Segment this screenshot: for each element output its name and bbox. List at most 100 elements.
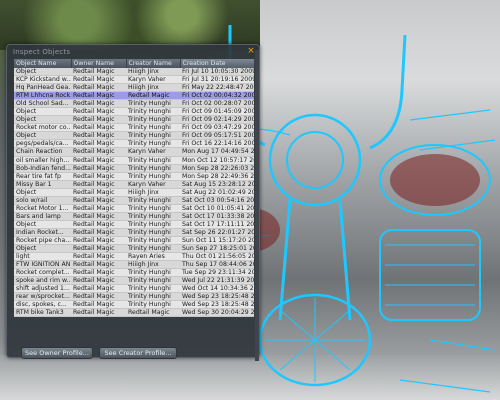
table-row[interactable]: Rear tire fat fp Redtail Magic Trinity Hun… [14,172,254,181]
cell-creation-date: Wed Jul 22 21:31:39 2009 [180,276,254,286]
cell-creator-name: Trinity Hunghi [126,139,180,149]
cell-creation-date: Fri Oct 02 00:04:32 2009 [180,91,254,101]
table-row[interactable]: Rocket Motor 1... Redtail Magic Trinity Hu… [14,204,254,213]
table-row[interactable]: oil smaller high... Redtail Magic Trinity … [14,156,254,165]
table-row[interactable]: shift adjusted 1... Redtail Magic Trinity … [14,284,254,294]
table-row[interactable]: rear w/sprocket... Redtail Magic Trinity H… [14,292,254,302]
cell-owner-name: Redtail Magic [71,180,126,189]
cell-owner-name: Redtail Magic [71,164,126,173]
close-icon[interactable]: × [246,46,256,56]
table-row[interactable]: solo w/rail Redtail Magic Trinity Hunghi Sa… [14,196,254,205]
cell-creation-date: Sat Aug 22 01:02:49 2009 [180,188,254,197]
table-row[interactable]: Bars and lamp Redtail Magic Trinity Hunghi… [14,212,254,221]
table-row[interactable]: Hq PanHead Gea... Redtail Magic Hiiigh Jin… [14,83,254,93]
cell-creator-name: Trinity Hunghi [126,123,180,133]
table-row[interactable]: Object Redtail Magic Trinity Hunghi Fri Oct… [14,131,254,141]
cell-creation-date: Fri Oct 09 01:45:09 2009 [180,107,254,117]
cell-creation-date: Fri Oct 09 02:14:29 2009 [180,115,254,125]
cell-creation-date: Fri Oct 02 00:28:07 2009 [180,99,254,109]
table-row[interactable]: Object Redtail Magic Trinity Hunghi Sat Oct… [14,220,254,229]
table-row[interactable]: spoke and rim w... Redtail Magic Trinity H… [14,276,254,286]
table-row[interactable]: Chain Reaction Redtail Magic Karyn Vaher Mo… [14,147,254,157]
cell-owner-name: Redtail Magic [71,252,126,262]
cell-creation-date: Fri Oct 09 03:47:29 2009 [180,123,254,133]
cell-creation-date: Mon Oct 12 10:57:17 2009 [180,156,254,165]
cell-owner-name: Redtail Magic [71,115,126,125]
cell-owner-name: Redtail Magic [71,68,126,77]
see-owner-profile-button[interactable]: See Owner Profile... [21,347,93,359]
cell-object-name: oil smaller high... [14,156,71,165]
cell-creation-date: Mon Sep 28 22:26:03 2009 [180,164,254,173]
table-row[interactable]: RTM Lhhcna Rock... Redtail Magic Redtail M… [14,91,254,101]
table-row[interactable]: Object Redtail Magic Trinity Hunghi Fri Oct… [14,115,254,125]
see-creator-profile-button[interactable]: See Creator Profile... [99,347,177,359]
cell-owner-name: Redtail Magic [71,139,126,149]
cell-creator-name: Hiiigh Jinx [126,68,180,77]
table-scrollbar[interactable] [255,69,259,361]
cell-object-name: Hq PanHead Gea... [14,83,71,93]
table-row[interactable]: Object Redtail Magic Trinity Hunghi Sun Sep… [14,244,254,254]
table-row[interactable]: Rocket motor co... Redtail Magic Trinity H… [14,123,254,133]
cell-object-name: Rocket motor co... [14,123,71,133]
column-header-creator-name[interactable]: Creator Name [126,59,181,68]
cell-creator-name: Trinity Hunghi [126,284,180,294]
table-row[interactable]: Object Redtail Magic Hiiigh Jinx Sat Aug 22… [14,188,254,197]
cell-creator-name: Trinity Hunghi [126,268,180,278]
cell-object-name: Bars and lamp [14,212,71,221]
cell-owner-name: Redtail Magic [71,300,126,310]
column-header-object-name[interactable]: Object Name [14,59,72,68]
cell-owner-name: Redtail Magic [71,260,126,270]
cell-owner-name: Redtail Magic [71,228,126,237]
cell-object-name: Rocket complet... [14,268,71,278]
table-row[interactable]: Rocket complet... Redtail Magic Trinity Hu… [14,268,254,278]
cell-object-name: Object [14,107,71,117]
cell-owner-name: Redtail Magic [71,131,126,141]
table-row[interactable]: Old School Sad... Redtail Magic Trinity Hu… [14,99,254,109]
cell-object-name: solo w/rail [14,196,71,205]
table-row[interactable]: Object Redtail Magic Hiiigh Jinx Fri Jul 10… [14,68,254,77]
cell-object-name: FTW IGNITION AN... [14,260,71,270]
cell-owner-name: Redtail Magic [71,292,126,302]
table-row[interactable]: disc, spokes, c... Redtail Magic Trinity H… [14,300,254,310]
cell-creator-name: Trinity Hunghi [126,107,180,117]
table-row[interactable]: Bob-Indian fend... Redtail Magic Trinity H… [14,164,254,173]
cell-creation-date: Fri Jul 10 10:05:30 2009 [180,68,254,77]
cell-object-name: shift adjusted 1... [14,284,71,294]
table-row[interactable]: FTW IGNITION AN... Redtail Magic Hiiigh Ji… [14,260,254,270]
cell-object-name: Object [14,115,71,125]
table-row[interactable]: Indian Rocket... Redtail Magic Trinity Hun… [14,228,254,237]
cell-owner-name: Redtail Magic [71,75,126,85]
table-row[interactable]: Missy Bar 1 Redtail Magic Karyn Vaher Sat A… [14,180,254,189]
cell-creation-date: Mon Sep 28 22:49:36 2009 [180,172,254,181]
cell-object-name: Indian Rocket... [14,228,71,237]
object-table[interactable]: Object Name Owner Name Creator Name Crea… [14,59,255,318]
table-row[interactable]: pegs/pedals/ca... Redtail Magic Trinity Hu… [14,139,254,149]
cell-owner-name: Redtail Magic [71,188,126,197]
inspect-floater[interactable]: Inspect Objects × Object Name Owner Name… [6,44,260,361]
cell-creator-name: Trinity Hunghi [126,172,180,181]
headlight [268,113,362,207]
table-row[interactable]: KCP Kickstand w... Redtail Magic Karyn Vah… [14,75,254,85]
cell-creator-name: Trinity Hunghi [126,204,180,213]
cell-creation-date: Sat Aug 15 23:28:12 2009 [180,180,254,189]
cell-creator-name: Karyn Vaher [126,75,180,85]
cell-object-name: Object [14,220,71,229]
cell-creation-date: Mon Aug 17 04:49:54 2009 [180,147,254,157]
cell-creation-date: Fri Jul 31 20:19:16 2009 [180,75,254,85]
cell-object-name: Bob-Indian fend... [14,164,71,173]
cell-object-name: spoke and rim w... [14,276,71,286]
table-row[interactable]: light Redtail Magic Rayen Aries Thu Oct 01 … [14,252,254,262]
table-row[interactable]: Rocket pipe cha... Redtail Magic Trinity H… [14,236,254,246]
cell-creator-name: Trinity Hunghi [126,212,180,221]
cell-creator-name: Trinity Hunghi [126,244,180,254]
cell-creator-name: Karyn Vaher [126,147,180,157]
cell-object-name: Rocket Motor 1... [14,204,71,213]
cell-owner-name: Redtail Magic [71,99,126,109]
column-header-owner-name[interactable]: Owner Name [71,59,127,68]
table-row[interactable]: RTM bike Tank3 Redtail Magic Redtail Magic… [14,308,254,318]
cell-object-name: pegs/pedals/ca... [14,139,71,149]
table-body: Object Redtail Magic Hiiigh Jinx Fri Jul 10… [14,68,254,318]
column-header-creation-date[interactable]: Creation Date [180,59,255,68]
cell-creator-name: Trinity Hunghi [126,164,180,173]
table-row[interactable]: Object Redtail Magic Trinity Hunghi Fri Oct… [14,107,254,117]
